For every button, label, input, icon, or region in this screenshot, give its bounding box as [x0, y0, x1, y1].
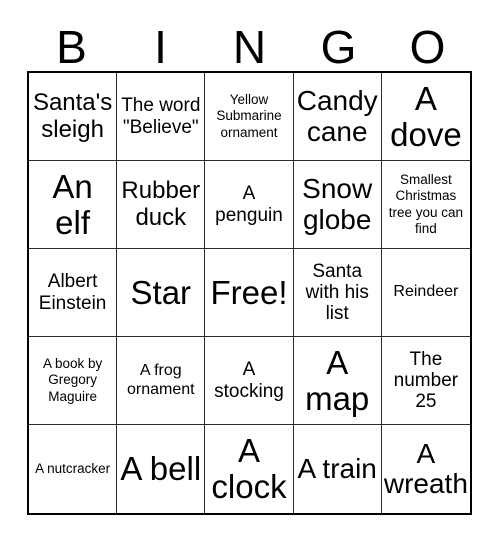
- bingo-cell[interactable]: A wreath: [381, 425, 470, 513]
- bingo-cell-label: Rubber duck: [121, 177, 201, 231]
- bingo-cell-label: Candy cane: [296, 85, 378, 147]
- bingo-cell-label: Smallest Christmas tree you can find: [388, 171, 464, 236]
- bingo-cell-label: The number 25: [393, 348, 459, 413]
- bingo-cell-label: Reindeer: [393, 283, 459, 301]
- bingo-cell-label: A clock: [211, 432, 287, 505]
- bingo-cell[interactable]: Star: [117, 249, 206, 337]
- bingo-cell[interactable]: A map: [293, 337, 382, 425]
- bingo-cell-label: The word "Believe": [121, 95, 201, 138]
- header-letter-o: O: [409, 21, 446, 73]
- bingo-cell[interactable]: Smallest Christmas tree you can find: [381, 161, 470, 249]
- bingo-cell-label: A stocking: [214, 359, 284, 402]
- bingo-card: B I N G O Santa's sleigh The word "Believ…: [0, 0, 500, 544]
- bingo-cell[interactable]: A penguin: [205, 161, 294, 249]
- bingo-cell[interactable]: A frog ornament: [117, 337, 206, 425]
- bingo-cell-label: Albert Einstein: [38, 271, 107, 314]
- bingo-cell[interactable]: Rubber duck: [117, 161, 206, 249]
- bingo-cell[interactable]: Reindeer: [381, 249, 470, 337]
- bingo-cell-label: A bell: [120, 450, 202, 488]
- bingo-cell-label: Free!: [210, 273, 288, 311]
- header-letter-n: N: [232, 21, 267, 73]
- bingo-grid: Santa's sleigh The word "Believe" Yellow S…: [27, 71, 472, 515]
- bingo-cell[interactable]: Santa with his list: [293, 249, 382, 337]
- bingo-cell-label: Snow globe: [302, 173, 373, 235]
- bingo-cell-label: Yellow Submarine ornament: [216, 91, 282, 140]
- bingo-cell[interactable]: A book by Gregory Maguire: [29, 337, 118, 425]
- bingo-cell-label: A train: [297, 452, 377, 484]
- bingo-cell[interactable]: Albert Einstein: [29, 249, 118, 337]
- bingo-cell-label: A wreath: [383, 437, 468, 499]
- bingo-cell[interactable]: Snow globe: [293, 161, 382, 249]
- bingo-cell-label: Star: [130, 273, 192, 311]
- bingo-cell-label: An elf: [52, 167, 93, 241]
- bingo-cell-label: A nutcracker: [35, 460, 111, 476]
- bingo-cell-label: A book by Gregory Maguire: [42, 355, 103, 404]
- bingo-header: B I N G O: [27, 14, 472, 71]
- bingo-cell[interactable]: A clock: [205, 425, 294, 513]
- bingo-cell-label: A penguin: [215, 183, 283, 226]
- bingo-cell[interactable]: A nutcracker: [29, 425, 118, 513]
- bingo-cell[interactable]: An elf: [29, 161, 118, 249]
- bingo-cell[interactable]: A bell: [117, 425, 206, 513]
- bingo-cell[interactable]: Yellow Submarine ornament: [205, 73, 294, 161]
- bingo-cell-label: Santa's sleigh: [32, 89, 113, 143]
- bingo-cell[interactable]: The number 25: [381, 337, 470, 425]
- header-letter-b: B: [56, 21, 87, 73]
- bingo-cell-label: A frog ornament: [126, 362, 195, 398]
- bingo-cell[interactable]: A train: [293, 425, 382, 513]
- bingo-cell-label: Santa with his list: [305, 260, 369, 325]
- bingo-cell[interactable]: Candy cane: [293, 73, 382, 161]
- bingo-cell[interactable]: A dove: [381, 73, 470, 161]
- bingo-cell-label: A dove: [390, 79, 462, 153]
- bingo-cell[interactable]: A stocking: [205, 337, 294, 425]
- bingo-cell[interactable]: Free!: [205, 249, 294, 337]
- bingo-cell[interactable]: The word "Believe": [117, 73, 206, 161]
- bingo-cell[interactable]: Santa's sleigh: [29, 73, 118, 161]
- header-letter-i: I: [154, 21, 167, 73]
- header-letter-g: G: [320, 21, 357, 73]
- bingo-cell-label: A map: [305, 343, 370, 417]
